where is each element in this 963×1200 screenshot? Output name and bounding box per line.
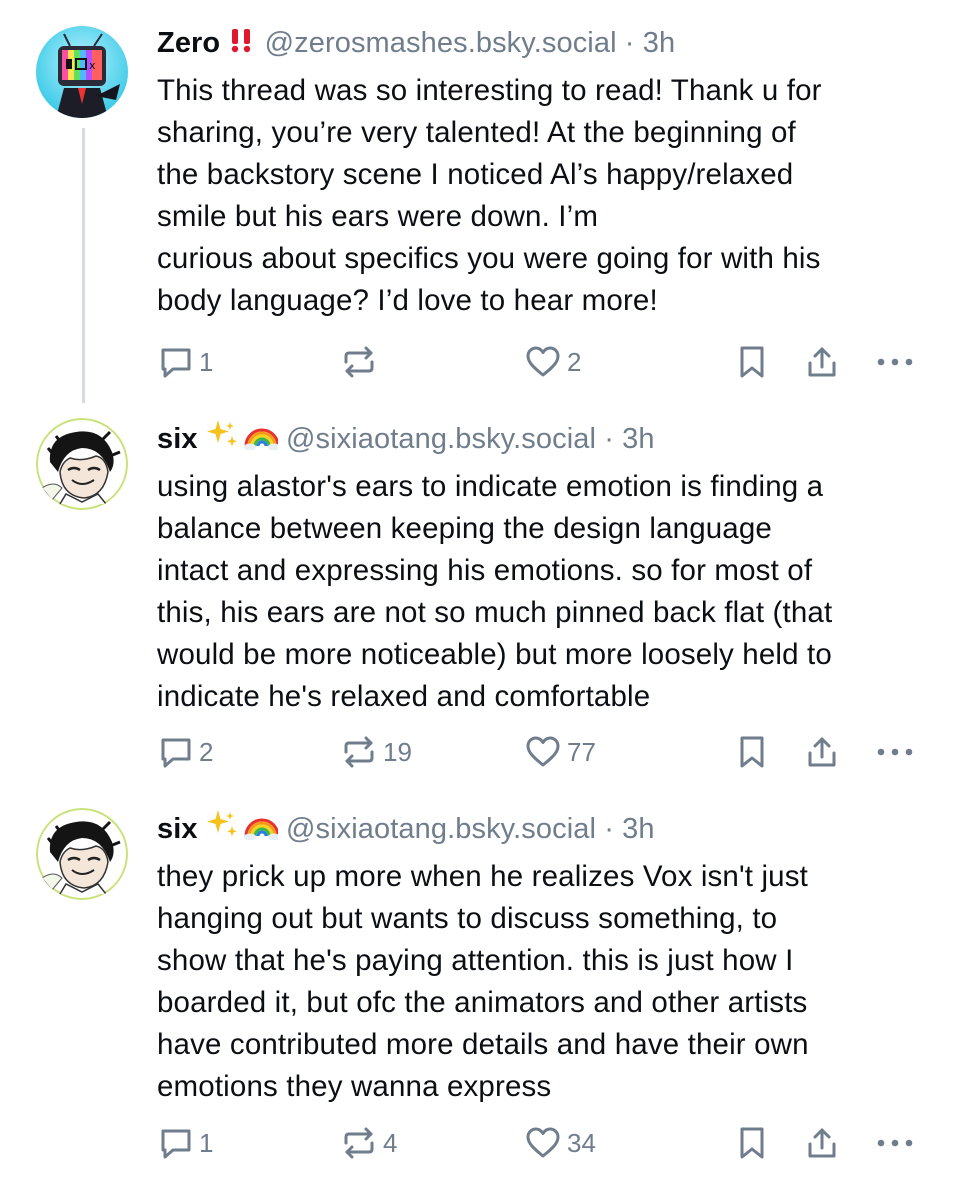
bookmark-icon	[740, 346, 764, 378]
text-line: indicate he's relaxed and comfortable	[157, 680, 651, 713]
heart-icon	[526, 1127, 560, 1158]
separator-dot: ·	[604, 813, 614, 845]
reply-count: 1	[199, 1127, 214, 1158]
text-line: the backstory scene I noticed Al’s happy…	[157, 158, 794, 191]
separator-dot: ·	[604, 423, 614, 455]
post-header: Zero @zerosmashes.bsky.social · 3h	[157, 25, 943, 63]
timestamp[interactable]: 3h	[643, 27, 675, 59]
post-actions: 1 2	[157, 342, 927, 382]
text-line: balance between keeping the design langu…	[157, 512, 772, 545]
bookmark-button[interactable]	[737, 342, 767, 382]
like-count: 34	[567, 1127, 596, 1158]
reply-count: 1	[199, 346, 214, 377]
display-name[interactable]: six	[157, 423, 198, 455]
separator-dot: ·	[624, 27, 635, 59]
tv-head-avatar-image: x	[36, 26, 128, 118]
more-options-button[interactable]	[875, 1123, 915, 1163]
post-header: six @sixiaotang.bsky.social · 3h	[157, 808, 943, 849]
bookmark-button[interactable]	[737, 732, 767, 772]
bookmark-icon	[740, 1127, 764, 1159]
text-line: smile but his ears were down. I’m	[157, 200, 599, 233]
post-text: This thread was so interesting to read! …	[157, 70, 943, 322]
like-button[interactable]: 34	[525, 1123, 596, 1163]
text-line: this, his ears are not so much pinned ba…	[157, 596, 833, 629]
reply-button[interactable]: 2	[159, 732, 213, 772]
text-line: emotions they wanna express	[157, 1070, 552, 1103]
heart-icon	[526, 736, 560, 767]
reply-bubble-icon	[161, 348, 191, 378]
handle[interactable]: @zerosmashes.bsky.social	[265, 27, 617, 59]
more-dots-icon	[877, 358, 913, 366]
timestamp[interactable]: 3h	[622, 423, 654, 455]
like-button[interactable]: 77	[525, 732, 596, 772]
repost-button[interactable]: 4	[341, 1123, 397, 1163]
reply-bubble-icon	[161, 1129, 191, 1159]
handle[interactable]: @sixiaotang.bsky.social	[286, 423, 596, 455]
bookmark-button[interactable]	[737, 1123, 767, 1163]
share-button[interactable]	[805, 342, 839, 382]
repost-count: 19	[383, 736, 412, 767]
repost-arrows-icon	[344, 736, 374, 768]
display-name[interactable]: Zero	[157, 27, 220, 59]
text-line: would be more noticeable) but more loose…	[157, 638, 832, 671]
like-count: 2	[567, 346, 582, 377]
post-text: using alastor's ears to indicate emotion…	[157, 466, 943, 718]
double-exclamation-emoji	[228, 26, 256, 63]
sparkles-rainbow-emoji	[206, 418, 280, 459]
share-button[interactable]	[805, 1123, 839, 1163]
more-options-button[interactable]	[875, 342, 915, 382]
text-line: body language? I’d love to hear more!	[157, 284, 658, 317]
reply-button[interactable]: 1	[159, 342, 213, 382]
text-line: curious about specifics you were going f…	[157, 242, 821, 275]
text-line: have contributed more details and have t…	[157, 1028, 809, 1061]
post-actions: 1 4 34	[157, 1123, 927, 1163]
text-line: boarded it, but ofc the animators and ot…	[157, 986, 808, 1019]
timestamp[interactable]: 3h	[622, 813, 654, 845]
share-icon	[808, 1128, 836, 1158]
text-line: This thread was so interesting to read! …	[157, 74, 822, 107]
reply-bubble-icon	[161, 738, 191, 768]
thread-connector-line	[82, 128, 85, 403]
repost-button[interactable]	[341, 342, 383, 382]
post-text: they prick up more when he realizes Vox …	[157, 856, 943, 1108]
like-button[interactable]: 2	[525, 342, 581, 382]
like-count: 77	[567, 736, 596, 767]
sketch-avatar-image	[36, 808, 128, 900]
text-line: using alastor's ears to indicate emotion…	[157, 470, 824, 503]
share-icon	[808, 347, 836, 377]
share-button[interactable]	[805, 732, 839, 772]
repost-arrows-icon	[344, 346, 374, 378]
repost-count: 4	[383, 1127, 398, 1158]
text-line: hanging out but wants to discuss somethi…	[157, 902, 778, 935]
avatar[interactable]: x	[36, 26, 128, 118]
reply-count: 2	[199, 736, 214, 767]
sparkles-rainbow-emoji	[206, 808, 280, 849]
text-line: intact and expressing his emotions. so f…	[157, 554, 813, 587]
avatar[interactable]	[36, 418, 128, 510]
more-options-button[interactable]	[875, 732, 915, 772]
svg-text:x: x	[89, 59, 96, 72]
text-line: they prick up more when he realizes Vox …	[157, 860, 808, 893]
bookmark-icon	[740, 736, 764, 768]
share-icon	[808, 737, 836, 767]
sketch-avatar-image	[36, 418, 128, 510]
post-actions: 2 19 77	[157, 732, 927, 772]
more-dots-icon	[877, 1139, 913, 1147]
display-name[interactable]: six	[157, 813, 198, 845]
post-header: six @sixiaotang.bsky.social · 3h	[157, 418, 943, 459]
reply-button[interactable]: 1	[159, 1123, 213, 1163]
text-line: show that he's paying attention. this is…	[157, 944, 794, 977]
repost-arrows-icon	[344, 1127, 374, 1159]
text-line: sharing, you’re very talented! At the be…	[157, 116, 796, 149]
heart-icon	[526, 346, 560, 377]
handle[interactable]: @sixiaotang.bsky.social	[286, 813, 596, 845]
repost-button[interactable]: 19	[341, 732, 412, 772]
avatar[interactable]	[36, 808, 128, 900]
more-dots-icon	[877, 748, 913, 756]
